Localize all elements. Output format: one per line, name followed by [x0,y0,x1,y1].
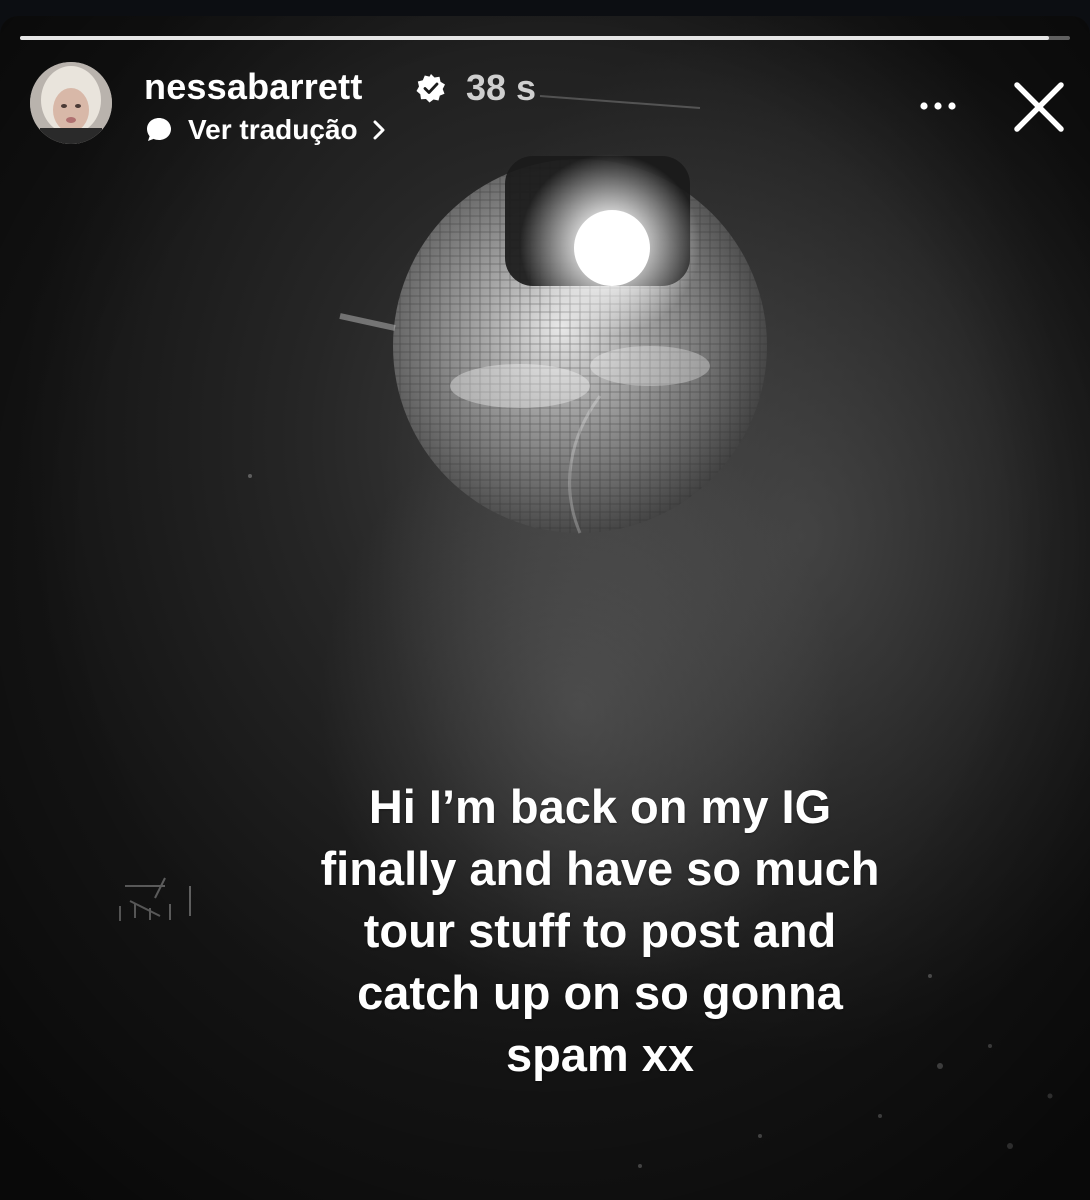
story-progress-fill [20,36,1049,40]
story-timestamp: 38 s [466,67,537,108]
caption-line: Hi I’m back on my IG [368,780,832,833]
caption-line: finally and have so much [320,842,880,895]
translate-label: Ver tradução [188,114,358,145]
story-progress-bar [20,36,1070,40]
story-frame[interactable]: nessabarrett 38 s Ver tradução Hi I’m ba… [0,16,1090,1200]
translate-button[interactable]: Ver tradução [144,110,388,150]
chevron-right-icon [373,120,385,140]
caption-line: tour stuff to post and [363,904,837,957]
avatar-photo [30,62,112,144]
avatar[interactable] [30,62,112,144]
story-caption: Hi I’m back on my IG finally and have so… [230,776,970,1086]
caption-line: catch up on so gonna [357,966,843,1019]
speech-bubble-icon [147,118,171,141]
verified-badge-icon [416,74,445,103]
username[interactable]: nessabarrett [144,66,363,108]
caption-line: spam xx [505,1028,695,1081]
more-icon[interactable] [914,88,962,124]
close-icon[interactable] [1010,78,1068,136]
